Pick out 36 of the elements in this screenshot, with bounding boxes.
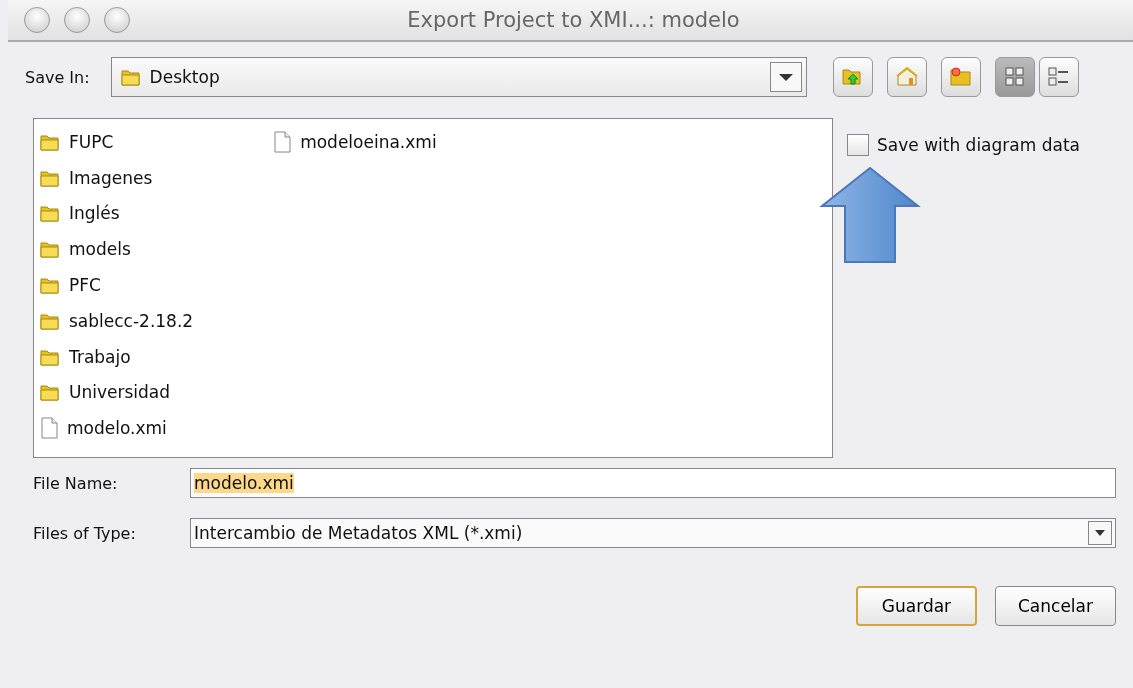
details-view-button[interactable] xyxy=(1038,57,1079,97)
save-button[interactable]: Guardar xyxy=(856,586,977,626)
file-type-label: Files of Type: xyxy=(33,523,137,543)
file-type-dropdown[interactable]: Intercambio de Metadatos XML (*.xmi) xyxy=(190,518,1116,548)
cancel-button[interactable]: Cancelar xyxy=(995,586,1116,626)
up-folder-button[interactable] xyxy=(832,57,873,97)
zoom-button[interactable] xyxy=(104,7,130,33)
folder-icon xyxy=(39,382,61,403)
checkbox[interactable] xyxy=(847,134,869,156)
folder-icon xyxy=(119,67,142,87)
save-in-dropdown[interactable]: Desktop xyxy=(110,57,807,97)
file-icon xyxy=(272,130,293,153)
file-item[interactable]: sablecc-2.18.2 xyxy=(39,303,198,339)
folder-icon xyxy=(39,239,61,260)
close-button[interactable] xyxy=(24,7,50,33)
new-folder-button[interactable] xyxy=(940,57,981,97)
file-item[interactable]: Inglés xyxy=(39,195,198,232)
file-item[interactable]: Universidad xyxy=(39,374,198,411)
file-item[interactable]: PFC xyxy=(39,267,198,303)
list-view-button[interactable] xyxy=(994,57,1035,97)
file-name-field[interactable]: modelo.xmi xyxy=(190,468,1116,498)
file-item[interactable]: models xyxy=(39,231,198,268)
save-in-label: Save In: xyxy=(25,67,90,87)
file-item[interactable]: Imagenes xyxy=(39,159,198,196)
checkbox-label: Save with diagram data xyxy=(877,135,1080,155)
home-button[interactable] xyxy=(886,57,927,97)
file-item[interactable]: Trabajo xyxy=(39,338,198,375)
folder-icon xyxy=(39,203,61,224)
window-title: Export Project to XMI...: modelo xyxy=(407,8,740,32)
file-item[interactable]: modelo.xmi xyxy=(39,410,198,447)
minimize-button[interactable] xyxy=(64,7,90,33)
file-name-label: File Name: xyxy=(33,473,119,493)
file-item[interactable]: modeloeina.xmi xyxy=(272,124,441,160)
folder-icon xyxy=(39,275,61,296)
file-icon xyxy=(39,417,59,440)
file-item[interactable]: FUPC xyxy=(39,124,198,160)
